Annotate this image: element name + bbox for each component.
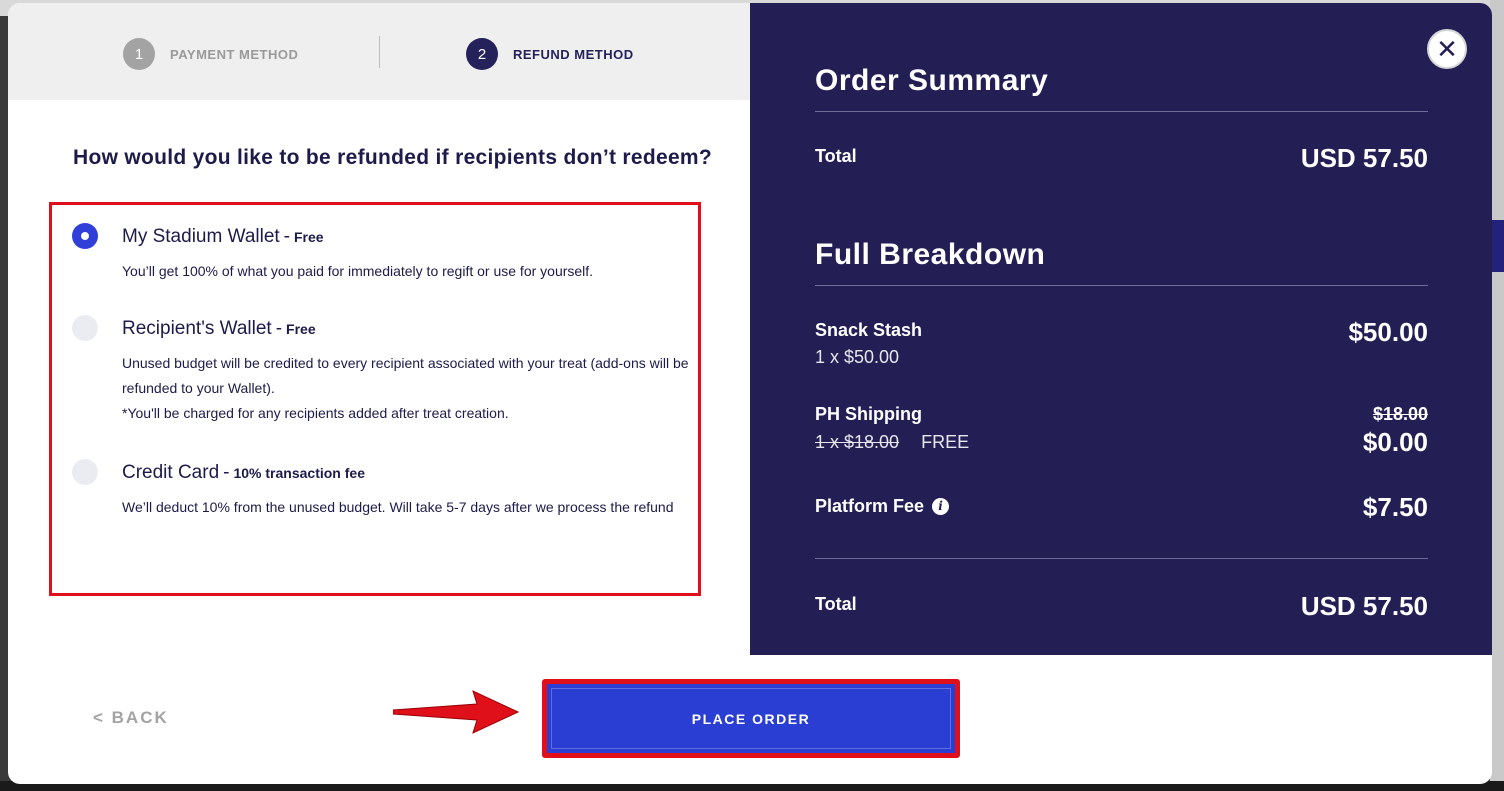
close-icon[interactable]: ✕ <box>1427 29 1467 69</box>
shipping-original-quantity: 1 x $18.00 <box>815 432 900 452</box>
item-name-shipping: PH Shipping <box>815 404 922 424</box>
option-description-block: Unused budget will be credited to every … <box>122 351 692 426</box>
item-name-platform-fee: Platform Fee <box>815 496 925 516</box>
option-tag: 10% transaction fee <box>233 465 365 481</box>
item-price: $50.00 <box>1348 317 1428 347</box>
radio-button[interactable] <box>72 315 98 341</box>
option-title: My Stadium Wallet <box>122 226 280 247</box>
step-payment-method[interactable]: 1 PAYMENT METHOD <box>123 38 298 70</box>
radio-button[interactable] <box>72 459 98 485</box>
shipping-original-price: $18.00 <box>1372 404 1428 424</box>
option-title: Recipient's Wallet <box>122 318 272 339</box>
step-refund-method[interactable]: 2 REFUND METHOD <box>466 38 634 70</box>
divider <box>815 558 1428 559</box>
refund-method-panel: 1 PAYMENT METHOD 2 REFUND METHOD How wou… <box>8 3 960 784</box>
option-tag: Free <box>286 321 316 337</box>
info-icon[interactable]: i <box>932 497 950 515</box>
item-quantity: 1 x $50.00 <box>815 347 900 367</box>
radio-button-selected[interactable] <box>72 223 98 249</box>
bottom-total-label: Total <box>815 594 857 614</box>
option-description: You’ll get 100% of what you paid for imm… <box>122 263 594 279</box>
platform-fee-row: Platform Fee i <box>815 496 950 517</box>
order-summary-panel: ✕ Order Summary Total USD 57.50 Full Bre… <box>750 3 1492 655</box>
stepper-divider <box>379 36 380 68</box>
divider <box>815 285 1428 286</box>
checkout-modal: 1 PAYMENT METHOD 2 REFUND METHOD How wou… <box>8 3 1492 784</box>
shipping-price: $0.00 <box>1362 427 1428 457</box>
option-note: *You'll be charged for any recipients ad… <box>122 405 509 421</box>
place-order-button[interactable]: PLACE ORDER <box>551 688 951 749</box>
option-description: Unused budget will be credited to every … <box>122 355 689 396</box>
back-button[interactable]: < BACK <box>93 708 169 728</box>
place-order-highlight: PLACE ORDER <box>542 679 960 758</box>
option-tag: Free <box>294 229 324 245</box>
full-breakdown-title: Full Breakdown <box>815 238 1046 271</box>
option-title: Credit Card <box>122 462 220 483</box>
divider <box>815 111 1428 112</box>
order-summary-title: Order Summary <box>815 64 1049 97</box>
total-value: USD 57.50 <box>1300 143 1428 173</box>
step-number: 2 <box>466 38 498 70</box>
option-title-line: Recipient's Wallet - Free <box>122 318 316 339</box>
checkout-stepper: 1 PAYMENT METHOD 2 REFUND METHOD <box>8 3 750 100</box>
background-button-fragment <box>1490 220 1504 272</box>
background-page-edge <box>1490 0 1504 791</box>
option-title-line: Credit Card -10% transaction fee <box>122 462 365 483</box>
item-name-snack-stash: Snack Stash <box>815 320 923 340</box>
shipping-sub: 1 x $18.00 FREE <box>815 432 969 453</box>
option-title-line: My Stadium Wallet - Free <box>122 226 324 247</box>
shipping-free-label: FREE <box>921 432 970 452</box>
bottom-total-value: USD 57.50 <box>1300 591 1428 621</box>
refund-options-highlight: My Stadium Wallet - Free You’ll get 100% o… <box>49 202 701 596</box>
total-label: Total <box>815 146 857 166</box>
platform-fee-value: $7.50 <box>1362 492 1428 522</box>
step-label: PAYMENT METHOD <box>170 46 299 62</box>
red-arrow-annotation <box>393 690 520 734</box>
refund-question: How would you like to be refunded if rec… <box>73 146 713 169</box>
option-description: We’ll deduct 10% from the unused budget.… <box>122 499 674 515</box>
step-label: REFUND METHOD <box>513 46 634 62</box>
step-number: 1 <box>123 38 155 70</box>
